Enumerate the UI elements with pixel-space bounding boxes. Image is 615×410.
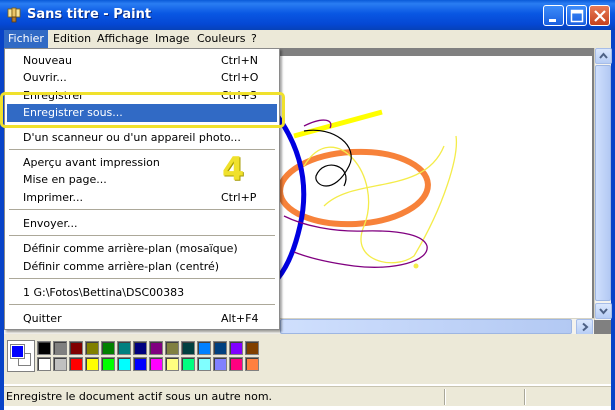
menu-item-label: Envoyer... — [23, 217, 78, 230]
window-title: Sans titre - Paint — [27, 7, 152, 22]
palette-color-swatch[interactable] — [69, 357, 83, 371]
palette-color-swatch[interactable] — [133, 341, 147, 355]
vertical-scroll-thumb[interactable] — [595, 65, 611, 301]
menu-item-arriere-plan-centre[interactable]: Définir comme arrière-plan (centré) — [7, 258, 277, 276]
menu-item-arriere-plan-mosaique[interactable]: Définir comme arrière-plan (mosaïque) — [7, 240, 277, 258]
menu-item-recent-file[interactable]: 1 G:\Fotos\Bettina\DSC00383 — [7, 284, 277, 302]
menu-item-shortcut: Ctrl+P — [221, 191, 257, 204]
chevron-up-icon — [599, 52, 608, 59]
palette-color-swatch[interactable] — [197, 341, 211, 355]
palette-color-swatch[interactable] — [37, 341, 51, 355]
palette-color-swatch[interactable] — [53, 341, 67, 355]
status-divider — [444, 389, 446, 405]
highlight-callout-box — [0, 92, 285, 128]
menu-bar: Fichier Edition Affichage Image Couleurs… — [4, 30, 611, 48]
menu-item-label: Quitter — [23, 312, 62, 325]
minimize-button[interactable] — [543, 5, 564, 26]
scroll-right-button[interactable] — [576, 319, 593, 335]
menu-couleurs[interactable]: Couleurs — [193, 30, 249, 48]
step-number: 4 — [222, 150, 245, 188]
palette-color-swatch[interactable] — [85, 357, 99, 371]
menu-item-scanner[interactable]: D'un scanneur ou d'un appareil photo... — [7, 129, 277, 147]
chevron-down-icon — [599, 308, 608, 315]
menu-item-label: Aperçu avant impression — [23, 156, 160, 169]
menu-fichier[interactable]: Fichier — [4, 30, 48, 48]
maximize-button[interactable] — [566, 5, 587, 26]
close-icon — [594, 10, 606, 22]
scroll-down-button[interactable] — [595, 303, 612, 319]
maximize-icon — [570, 9, 584, 23]
menu-item-shortcut: Ctrl+O — [221, 71, 259, 84]
color-palette — [4, 334, 611, 384]
palette-color-swatch[interactable] — [85, 341, 99, 355]
status-bar: Enregistre le document actif sous un aut… — [4, 386, 611, 406]
palette-color-swatch[interactable] — [213, 357, 227, 371]
palette-color-swatch[interactable] — [245, 357, 259, 371]
palette-color-swatch[interactable] — [181, 357, 195, 371]
menu-item-label: Définir comme arrière-plan (centré) — [23, 260, 220, 273]
palette-color-swatch[interactable] — [37, 357, 51, 371]
menu-item-imprimer[interactable]: Imprimer... Ctrl+P — [7, 189, 277, 207]
menu-item-label: D'un scanneur ou d'un appareil photo... — [23, 131, 241, 144]
menu-item-label: Mise en page... — [23, 173, 107, 186]
menu-item-quitter[interactable]: Quitter Alt+F4 — [7, 310, 277, 328]
palette-color-swatch[interactable] — [117, 357, 131, 371]
menu-item-shortcut: Ctrl+N — [221, 54, 259, 67]
menu-item-label: Ouvrir... — [23, 71, 67, 84]
palette-color-swatch[interactable] — [181, 341, 195, 355]
file-menu-dropdown: Nouveau Ctrl+N Ouvrir... Ctrl+O Enregist… — [4, 48, 280, 330]
menu-separator — [9, 209, 275, 211]
horizontal-scroll-thumb[interactable] — [280, 319, 572, 334]
status-divider — [524, 389, 526, 405]
menu-item-envoyer[interactable]: Envoyer... — [7, 215, 277, 233]
title-bar: Sans titre - Paint — [0, 0, 615, 30]
chevron-right-icon — [582, 322, 589, 332]
palette-color-swatch[interactable] — [229, 341, 243, 355]
close-button[interactable] — [589, 5, 610, 26]
menu-separator — [9, 278, 275, 280]
menu-item-label: Imprimer... — [23, 191, 84, 204]
palette-color-swatch[interactable] — [165, 357, 179, 371]
minimize-icon — [549, 19, 556, 22]
menu-item-label: 1 G:\Fotos\Bettina\DSC00383 — [23, 286, 185, 299]
paint-brush-icon — [7, 7, 21, 23]
palette-color-swatch[interactable] — [117, 341, 131, 355]
menu-item-label: Nouveau — [23, 54, 72, 67]
menu-separator — [9, 235, 275, 237]
menu-separator — [9, 304, 275, 306]
palette-color-swatch[interactable] — [53, 357, 67, 371]
palette-color-swatch[interactable] — [149, 357, 163, 371]
foreground-color-swatch — [10, 344, 25, 359]
menu-edition[interactable]: Edition — [49, 30, 95, 48]
vertical-scrollbar[interactable] — [594, 48, 612, 320]
current-colors — [7, 340, 35, 372]
menu-image[interactable]: Image — [151, 30, 193, 48]
menu-help[interactable]: ? — [247, 30, 261, 48]
menu-item-nouveau[interactable]: Nouveau Ctrl+N — [7, 52, 277, 70]
menu-affichage[interactable]: Affichage — [93, 30, 153, 48]
menu-item-ouvrir[interactable]: Ouvrir... Ctrl+O — [7, 69, 277, 87]
palette-color-swatch[interactable] — [69, 341, 83, 355]
palette-color-swatch[interactable] — [149, 341, 163, 355]
window-frame-right — [611, 30, 615, 410]
palette-color-swatch[interactable] — [101, 341, 115, 355]
palette-color-swatch[interactable] — [101, 357, 115, 371]
menu-item-label: Définir comme arrière-plan (mosaïque) — [23, 242, 238, 255]
palette-color-swatch[interactable] — [229, 357, 243, 371]
palette-color-swatch[interactable] — [213, 341, 227, 355]
scroll-up-button[interactable] — [595, 48, 612, 64]
menu-item-shortcut: Alt+F4 — [221, 312, 259, 325]
palette-color-swatch[interactable] — [133, 357, 147, 371]
status-text: Enregistre le document actif sous un aut… — [6, 390, 273, 403]
palette-color-swatch[interactable] — [197, 357, 211, 371]
palette-color-swatch[interactable] — [245, 341, 259, 355]
palette-color-swatch[interactable] — [165, 341, 179, 355]
